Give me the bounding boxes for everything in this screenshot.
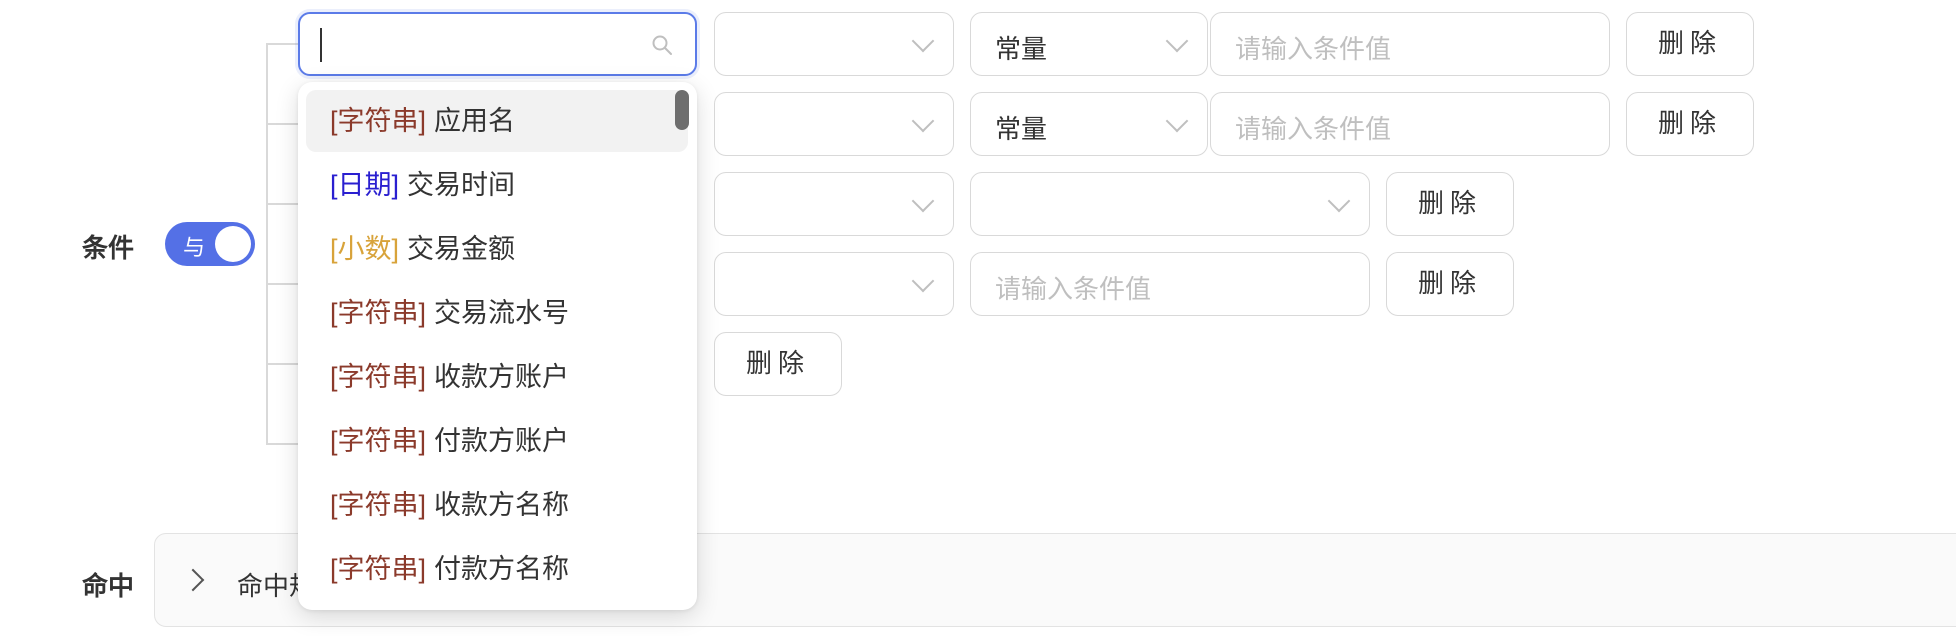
operator-select[interactable] bbox=[714, 252, 954, 316]
condition-value-input[interactable]: 请输入条件值 bbox=[1210, 12, 1610, 76]
operator-select[interactable] bbox=[714, 172, 954, 236]
condition-value-placeholder: 请输入条件值 bbox=[1235, 114, 1392, 144]
condition-value-placeholder: 请输入条件值 bbox=[1235, 34, 1392, 64]
value-type-label: 常量 bbox=[995, 34, 1048, 64]
condition-value-input[interactable]: 请输入条件值 bbox=[970, 252, 1370, 316]
dropdown-option[interactable]: [日期] 交易时间 bbox=[306, 154, 688, 216]
dropdown-option[interactable]: [字符串] 收款方账户 bbox=[306, 346, 688, 408]
field-name: 付款方名称 bbox=[434, 554, 570, 584]
chevron-down-icon bbox=[911, 29, 935, 53]
and-or-toggle[interactable]: 与 bbox=[165, 222, 255, 266]
chevron-down-icon bbox=[911, 109, 935, 133]
type-tag: [字符串] bbox=[330, 426, 427, 456]
field-name: 交易金额 bbox=[407, 234, 516, 264]
value-type-select[interactable]: 常量 bbox=[970, 12, 1208, 76]
chevron-down-icon bbox=[1165, 109, 1189, 133]
delete-button[interactable]: 删除 bbox=[714, 332, 842, 396]
type-tag: [字符串] bbox=[330, 362, 427, 392]
type-tag: [字符串] bbox=[330, 106, 427, 136]
rule-editor: 条件 命中 与 常量 请输入条件值 删除 常量 请输入条件值 删除 删除 请输入… bbox=[0, 0, 1956, 636]
dropdown-option[interactable]: [字符串] 付款方名称 bbox=[306, 538, 688, 600]
dropdown-option[interactable]: [字符串] 交易流水号 bbox=[306, 282, 688, 344]
condition-value-input[interactable]: 请输入条件值 bbox=[1210, 92, 1610, 156]
tree-branch bbox=[266, 123, 302, 125]
delete-button[interactable]: 删除 bbox=[1626, 92, 1754, 156]
tree-branch bbox=[266, 203, 302, 205]
text-caret bbox=[320, 28, 322, 62]
type-tag: [字符串] bbox=[330, 490, 427, 520]
value-type-select[interactable]: 常量 bbox=[970, 92, 1208, 156]
type-tag: [字符串] bbox=[330, 554, 427, 584]
field-name: 应用名 bbox=[434, 106, 516, 136]
dropdown-option[interactable]: [字符串] 付款方账户 bbox=[306, 410, 688, 472]
field-search-input[interactable] bbox=[298, 12, 697, 76]
chevron-right-icon[interactable] bbox=[181, 568, 205, 592]
operator-select[interactable] bbox=[714, 92, 954, 156]
field-name: 收款方账户 bbox=[434, 362, 570, 392]
field-name: 交易时间 bbox=[407, 170, 516, 200]
type-tag: [小数] bbox=[330, 234, 400, 264]
field-name: 交易流水号 bbox=[434, 298, 570, 328]
field-name: 收款方名称 bbox=[434, 490, 570, 520]
tree-branch bbox=[266, 283, 302, 285]
field-dropdown: [字符串] 应用名 [日期] 交易时间 [小数] 交易金额 [字符串] 交易流水号 [字… bbox=[298, 82, 697, 610]
toggle-knob bbox=[215, 226, 251, 262]
dropdown-scrollbar[interactable] bbox=[675, 90, 689, 130]
chevron-down-icon bbox=[1165, 29, 1189, 53]
dropdown-option[interactable]: [字符串] 收款方名称 bbox=[306, 474, 688, 536]
tree-branch bbox=[266, 43, 302, 45]
toggle-label: 与 bbox=[183, 235, 206, 260]
delete-button[interactable]: 删除 bbox=[1626, 12, 1754, 76]
value-select[interactable] bbox=[970, 172, 1370, 236]
operator-select[interactable] bbox=[714, 12, 954, 76]
type-tag: [字符串] bbox=[330, 298, 427, 328]
tree-branch bbox=[266, 443, 302, 445]
chevron-down-icon bbox=[911, 269, 935, 293]
dropdown-option[interactable]: [小数] 交易金额 bbox=[306, 218, 688, 280]
chevron-down-icon bbox=[1327, 189, 1351, 213]
condition-value-placeholder: 请输入条件值 bbox=[995, 274, 1152, 304]
field-name: 付款方账户 bbox=[434, 426, 570, 456]
hit-label: 命中 bbox=[82, 571, 135, 601]
condition-label: 条件 bbox=[82, 233, 135, 263]
delete-button[interactable]: 删除 bbox=[1386, 252, 1514, 316]
type-tag: [日期] bbox=[330, 170, 400, 200]
dropdown-option[interactable]: [字符串] 应用名 bbox=[306, 90, 688, 152]
search-icon bbox=[652, 35, 672, 55]
value-type-label: 常量 bbox=[995, 114, 1048, 144]
tree-branch bbox=[266, 363, 302, 365]
tree-line bbox=[266, 43, 268, 443]
chevron-down-icon bbox=[911, 189, 935, 213]
delete-button[interactable]: 删除 bbox=[1386, 172, 1514, 236]
